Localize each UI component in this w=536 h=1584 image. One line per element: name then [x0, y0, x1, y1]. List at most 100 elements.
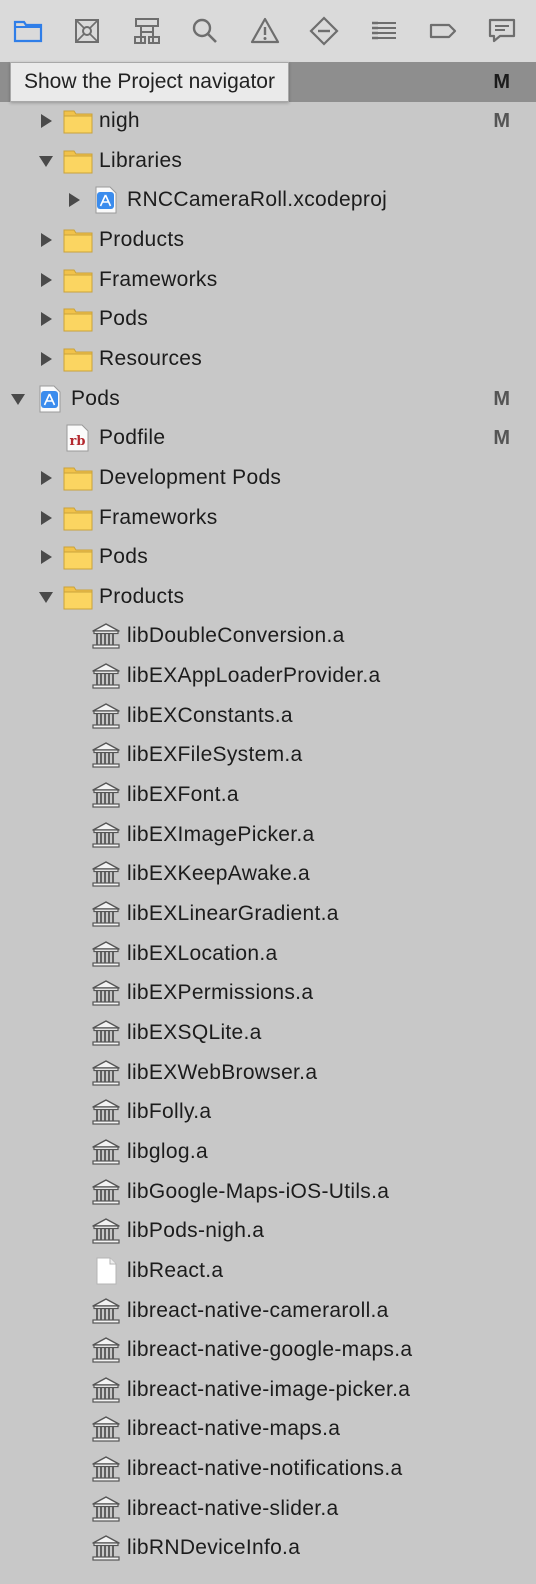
tree-row-label: libreact-native-maps.a — [127, 1417, 341, 1441]
library-icon — [91, 1534, 121, 1562]
tree-row[interactable]: libGoogle-Maps-iOS-Utils.a — [0, 1172, 536, 1212]
folder-icon — [63, 345, 93, 373]
ruby-file-icon: rb — [63, 424, 93, 452]
folder-icon — [63, 266, 93, 294]
symbol-navigator-button[interactable] — [130, 14, 164, 48]
tree-row[interactable]: libreact-native-google-maps.a — [0, 1330, 536, 1370]
tree-row[interactable]: Libraries — [0, 141, 536, 181]
tree-row[interactable]: libglog.a — [0, 1132, 536, 1172]
library-icon — [91, 1178, 121, 1206]
find-navigator-button[interactable] — [188, 14, 222, 48]
tree-row-label: libFolly.a — [127, 1100, 212, 1124]
tree-row[interactable]: Resources — [0, 339, 536, 379]
disclosure-collapsed-icon[interactable] — [66, 192, 82, 208]
tree-row[interactable]: libEXFont.a — [0, 775, 536, 815]
source-control-navigator-button[interactable] — [70, 14, 104, 48]
tooltip: Show the Project navigator — [10, 62, 289, 102]
tree-row[interactable]: Pods M — [0, 379, 536, 419]
tree-row-label: libEXLocation.a — [127, 941, 278, 965]
tree-row-label: libReact.a — [127, 1258, 224, 1282]
disclosure-collapsed-icon[interactable] — [38, 470, 54, 486]
svg-text:rb: rb — [70, 434, 86, 449]
tree-row-label: libGoogle-Maps-iOS-Utils.a — [127, 1179, 390, 1203]
disclosure-collapsed-icon[interactable] — [38, 311, 54, 327]
tree-row-label: libDoubleConversion.a — [127, 624, 345, 648]
tree-row[interactable]: libreact-native-notifications.a — [0, 1449, 536, 1489]
tree-row[interactable]: libEXSQLite.a — [0, 1013, 536, 1053]
tree-row[interactable]: libFolly.a — [0, 1092, 536, 1132]
test-navigator-button[interactable] — [307, 14, 341, 48]
breakpoint-navigator-button[interactable] — [426, 14, 460, 48]
tree-row[interactable]: Pods — [0, 537, 536, 577]
tree-row[interactable]: libRNDeviceInfo.a — [0, 1528, 536, 1568]
tree-row-label: libEXFileSystem.a — [127, 743, 303, 767]
folder-icon — [63, 543, 93, 571]
tree-row-label: libreact-native-cameraroll.a — [127, 1298, 389, 1322]
tree-row[interactable]: Frameworks — [0, 498, 536, 538]
disclosure-collapsed-icon[interactable] — [38, 232, 54, 248]
tree-row[interactable]: Pods — [0, 299, 536, 339]
library-icon — [91, 821, 121, 849]
tree-row-label: Resources — [99, 346, 203, 370]
tree-row[interactable]: libreact-native-cameraroll.a — [0, 1291, 536, 1331]
xcodeproj-icon — [91, 186, 121, 214]
tree-row[interactable]: rb Podfile M — [0, 418, 536, 458]
tree-row[interactable]: Development Pods — [0, 458, 536, 498]
tree-row[interactable]: libEXAppLoaderProvider.a — [0, 656, 536, 696]
disclosure-collapsed-icon[interactable] — [38, 272, 54, 288]
tree-row[interactable]: Frameworks — [0, 260, 536, 300]
tree-row[interactable]: libEXLinearGradient.a — [0, 894, 536, 934]
tree-row-label: Products — [99, 227, 185, 251]
library-icon — [91, 781, 121, 809]
tree-row[interactable]: libEXPermissions.a — [0, 973, 536, 1013]
library-icon — [91, 900, 121, 928]
folder-icon — [63, 583, 93, 611]
library-icon — [91, 979, 121, 1007]
tree-row[interactable]: libPods-nigh.a — [0, 1211, 536, 1251]
search-icon — [189, 15, 221, 47]
tree-row-label: Frameworks — [99, 267, 218, 291]
tree-row[interactable]: Products — [0, 577, 536, 617]
tree-row[interactable]: libEXWebBrowser.a — [0, 1053, 536, 1093]
source-control-status-badge: M — [493, 110, 510, 132]
report-navigator-button[interactable] — [485, 14, 519, 48]
disclosure-collapsed-icon[interactable] — [38, 113, 54, 129]
tree-row[interactable]: libreact-native-image-picker.a — [0, 1370, 536, 1410]
tree-row-label: Products — [99, 584, 185, 608]
disclosure-collapsed-icon[interactable] — [38, 510, 54, 526]
tree-row-label: libEXImagePicker.a — [127, 822, 315, 846]
project-navigator-button[interactable] — [11, 14, 45, 48]
tree-row[interactable]: libreact-native-maps.a — [0, 1409, 536, 1449]
library-icon — [91, 860, 121, 888]
tree-row[interactable]: nigh M — [0, 101, 536, 141]
issue-navigator-button[interactable] — [248, 14, 282, 48]
warning-icon — [249, 15, 281, 47]
disclosure-expanded-icon[interactable] — [38, 589, 54, 605]
source-control-icon — [71, 15, 103, 47]
library-icon — [91, 1059, 121, 1087]
source-control-status-badge: M — [493, 427, 510, 450]
tree-row[interactable]: libEXFileSystem.a — [0, 735, 536, 775]
breakpoint-icon — [427, 15, 459, 47]
folder-icon — [63, 305, 93, 333]
tree-row[interactable]: libEXKeepAwake.a — [0, 854, 536, 894]
tree-row[interactable]: Products — [0, 220, 536, 260]
folder-icon — [63, 147, 93, 175]
debug-navigator-button[interactable] — [367, 14, 401, 48]
disclosure-expanded-icon[interactable] — [38, 153, 54, 169]
tree-row[interactable]: libReact.a — [0, 1251, 536, 1291]
folder-icon — [63, 464, 93, 492]
tree-row[interactable]: libDoubleConversion.a — [0, 616, 536, 656]
tree-row[interactable]: RNCCameraRoll.xcodeproj — [0, 180, 536, 220]
tree-row[interactable]: libEXLocation.a — [0, 934, 536, 974]
tree-row[interactable]: libEXConstants.a — [0, 696, 536, 736]
disclosure-collapsed-icon[interactable] — [38, 549, 54, 565]
disclosure-collapsed-icon[interactable] — [38, 351, 54, 367]
library-icon — [91, 1495, 121, 1523]
list-icon — [368, 15, 400, 47]
tree-row-label: libEXSQLite.a — [127, 1020, 262, 1044]
tree-row[interactable]: libreact-native-slider.a — [0, 1489, 536, 1529]
library-icon — [91, 1415, 121, 1443]
disclosure-expanded-icon[interactable] — [10, 391, 26, 407]
tree-row[interactable]: libEXImagePicker.a — [0, 815, 536, 855]
